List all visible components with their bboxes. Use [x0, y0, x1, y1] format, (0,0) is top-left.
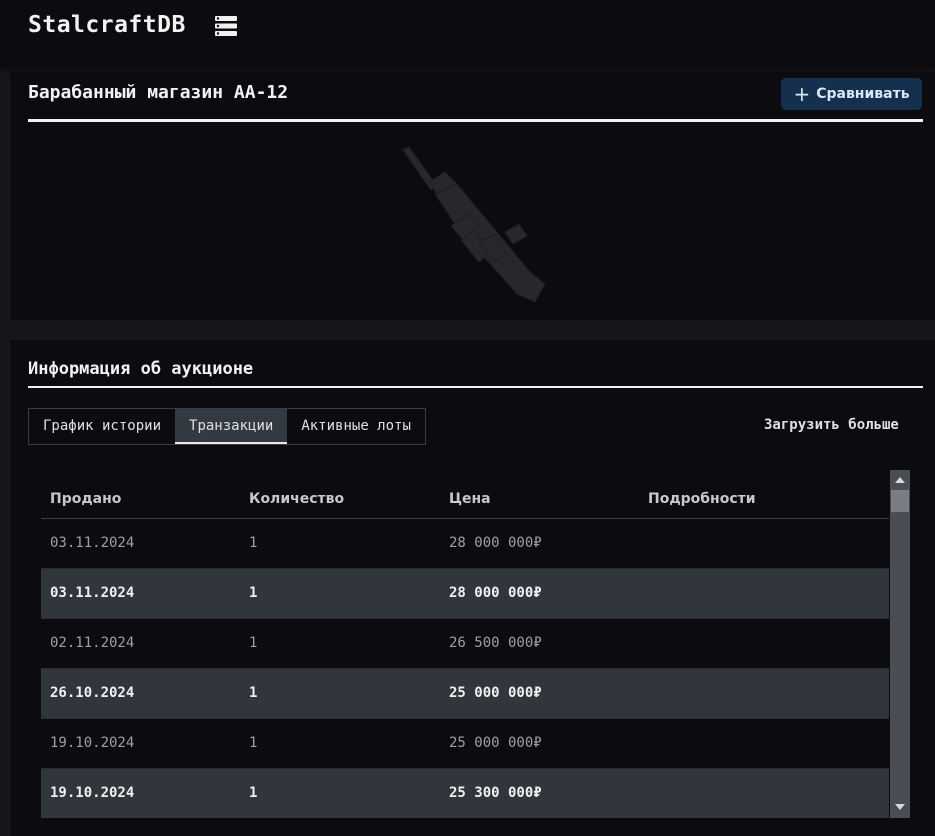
transactions-table: Продано Количество Цена Подробности 03.1…: [41, 470, 889, 818]
scroll-down-arrow-icon[interactable]: [895, 804, 905, 810]
auction-tabs: График истории Транзакции Активные лоты: [28, 408, 426, 445]
tab-history-chart[interactable]: График истории: [29, 409, 175, 444]
plus-icon: +: [793, 82, 811, 106]
cell-quantity: 1: [249, 785, 258, 801]
cell-date: 03.11.2024: [50, 535, 135, 551]
scroll-up-arrow-icon[interactable]: [895, 477, 905, 483]
auction-card: Информация об аукционе График истории Тр…: [10, 340, 935, 836]
scrollbar-thumb[interactable]: [891, 490, 909, 512]
column-header-details[interactable]: Подробности: [648, 491, 756, 507]
cell-price: 28 000 000₽: [449, 585, 542, 601]
cell-price: 25 000 000₽: [449, 735, 542, 751]
cell-date: 19.10.2024: [50, 735, 135, 751]
weapon-image: [395, 144, 565, 308]
cell-price: 25 000 000₽: [449, 685, 542, 701]
cell-price: 28 000 000₽: [449, 535, 542, 551]
item-title: Барабанный магазин AA-12: [28, 82, 289, 103]
cell-date: 26.10.2024: [50, 685, 135, 701]
cell-quantity: 1: [249, 685, 258, 701]
title-divider: [28, 119, 923, 122]
list-icon[interactable]: [215, 16, 237, 40]
auction-title: Информация об аукционе: [28, 359, 254, 379]
compare-button[interactable]: + Сравнивать: [781, 78, 922, 110]
tab-transactions[interactable]: Транзакции: [175, 409, 288, 444]
table-row[interactable]: 03.11.2024 1 28 000 000₽: [41, 569, 889, 619]
cell-price: 26 500 000₽: [449, 635, 542, 651]
tab-active-lots[interactable]: Активные лоты: [287, 409, 425, 444]
cell-quantity: 1: [249, 635, 258, 651]
column-header-price[interactable]: Цена: [449, 491, 491, 507]
cell-date: 02.11.2024: [50, 635, 135, 651]
table-row[interactable]: 26.10.2024 1 25 000 000₽: [41, 669, 889, 719]
table-scrollbar[interactable]: [890, 470, 910, 818]
top-header: StalcraftDB: [0, 0, 935, 68]
table-row[interactable]: 02.11.2024 1 26 500 000₽: [41, 619, 889, 669]
load-more-button[interactable]: Загрузить больше: [764, 417, 899, 433]
table-row[interactable]: 19.10.2024 1 25 000 000₽: [41, 719, 889, 769]
cell-quantity: 1: [249, 735, 258, 751]
auction-divider: [28, 386, 923, 388]
cell-quantity: 1: [249, 535, 258, 551]
column-header-quantity[interactable]: Количество: [249, 491, 344, 507]
table-row[interactable]: 03.11.2024 1 28 000 000₽: [41, 519, 889, 569]
cell-date: 03.11.2024: [50, 585, 135, 601]
column-header-sold[interactable]: Продано: [50, 491, 121, 507]
table-header: Продано Количество Цена Подробности: [41, 470, 889, 519]
cell-date: 19.10.2024: [50, 785, 135, 801]
cell-quantity: 1: [249, 585, 258, 601]
cell-price: 25 300 000₽: [449, 785, 542, 801]
table-row[interactable]: 19.10.2024 1 25 300 000₽: [41, 769, 889, 818]
compare-label: Сравнивать: [816, 86, 910, 102]
item-card: Барабанный магазин AA-12 + Сравнивать: [10, 72, 935, 320]
brand-logo[interactable]: StalcraftDB: [28, 12, 186, 38]
